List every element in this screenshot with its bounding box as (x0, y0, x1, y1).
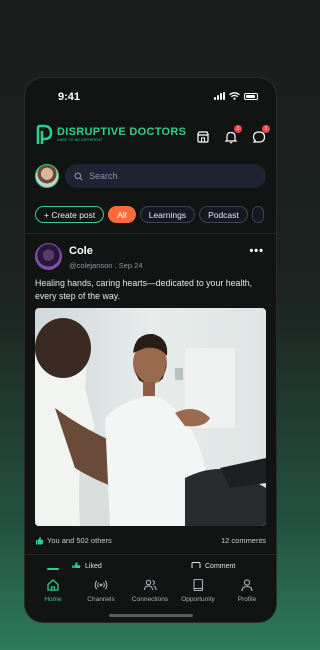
tab-connections[interactable]: Connections (125, 578, 175, 603)
chip-podcast[interactable]: Podcast (199, 206, 248, 223)
create-post-button[interactable]: + Create post (35, 206, 105, 223)
notifications-button[interactable]: 1 (224, 125, 242, 144)
search-icon (74, 171, 83, 181)
post-author-name[interactable]: Cole (69, 245, 93, 257)
person-icon (241, 579, 253, 592)
tab-profile[interactable]: Profile (222, 578, 272, 603)
post-handle: @colejanson (69, 261, 113, 270)
tab-channels[interactable]: Channels (76, 578, 126, 603)
home-icon (47, 579, 59, 591)
search-input[interactable]: Search (65, 164, 266, 188)
filter-chips: + Create post All Learnings Podcast (35, 206, 264, 223)
doctors-photo (35, 308, 266, 526)
status-icons (214, 92, 258, 100)
active-tab-indicator (47, 568, 59, 570)
logo-mark-icon (36, 124, 53, 144)
tab-profile-label: Profile (237, 596, 257, 603)
phone-screen: 9:41 DISRUPTIVE DOCTORS DARE TO BE DIFFE… (25, 78, 276, 622)
search-placeholder: Search (89, 171, 118, 181)
post-stats: You and 502 others 12 comments (35, 536, 266, 548)
chip-all[interactable]: All (108, 206, 136, 223)
likes-count[interactable]: You and 502 others (35, 536, 112, 545)
notifications-badge: 1 (234, 125, 242, 133)
bottom-tab-bar: Home Channels Connections Opportunity Pr… (25, 568, 276, 622)
messages-badge: 1 (262, 125, 270, 133)
status-bar: 9:41 (25, 78, 276, 114)
divider (25, 233, 276, 234)
post-actions: Liked Comment (25, 554, 276, 571)
brand-name: DISRUPTIVE DOCTORS (57, 126, 187, 139)
battery-icon (244, 92, 258, 100)
tab-opportunity[interactable]: Opportunity (173, 578, 223, 603)
post-header: Cole @colejanson . Sep 24 ••• (35, 243, 266, 273)
store-icon (196, 131, 210, 143)
people-icon (143, 579, 157, 591)
signal-icon (214, 92, 225, 100)
post-meta: @colejanson . Sep 24 (69, 261, 143, 270)
header-actions: 1 1 (196, 125, 270, 144)
status-time: 9:41 (58, 91, 81, 103)
messages-button[interactable]: 1 (252, 125, 270, 144)
home-indicator (109, 614, 193, 617)
brand-tagline: DARE TO BE DIFFERENT (57, 138, 103, 143)
chip-more[interactable] (251, 206, 264, 223)
more-options-icon[interactable]: ••• (249, 245, 264, 257)
user-avatar[interactable] (35, 164, 59, 188)
post-author-avatar[interactable] (35, 243, 62, 270)
tab-home[interactable]: Home (28, 578, 78, 603)
brand-logo[interactable]: DISRUPTIVE DOCTORS DARE TO BE DIFFERENT (35, 124, 186, 146)
broadcast-icon (94, 580, 108, 590)
tab-opportunity-label: Opportunity (181, 596, 215, 603)
post-text: Healing hands, caring hearts—dedicated t… (35, 278, 253, 301)
tab-home-label: Home (44, 596, 62, 603)
store-button[interactable] (196, 130, 210, 144)
search-row: Search (35, 164, 266, 188)
tab-channels-label: Channels (87, 596, 115, 603)
likes-text: You and 502 others (47, 536, 112, 545)
post-date: Sep 24 (118, 261, 143, 270)
book-icon (193, 578, 204, 592)
post-image[interactable] (35, 308, 266, 526)
wifi-icon (229, 92, 240, 100)
tab-connections-label: Connections (131, 596, 169, 603)
comments-count[interactable]: 12 comments (221, 536, 266, 545)
chip-learnings[interactable]: Learnings (139, 206, 196, 223)
thumbs-up-icon (36, 537, 44, 545)
